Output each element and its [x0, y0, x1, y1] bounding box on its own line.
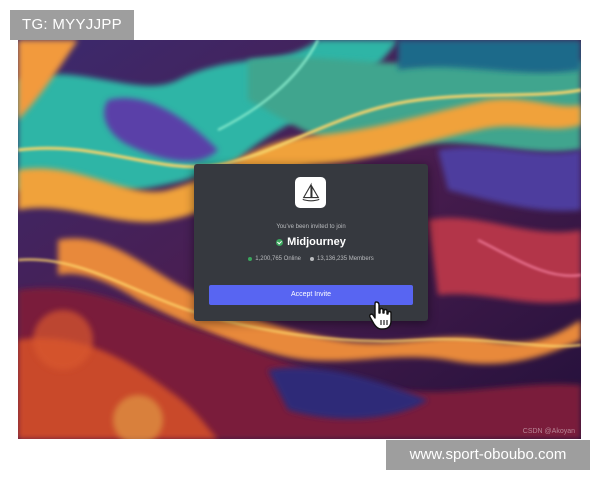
- abstract-marble-background: You've been invited to join Midjourney 1…: [18, 40, 581, 439]
- online-count: 1,200,765 Online: [248, 256, 301, 262]
- hand-pointer-cursor-icon: [369, 301, 392, 330]
- members-dot-icon: [310, 257, 314, 261]
- server-icon: [295, 177, 326, 208]
- invite-subtitle: You've been invited to join: [276, 224, 346, 230]
- server-name: Midjourney: [287, 236, 346, 248]
- online-count-text: 1,200,765 Online: [255, 256, 301, 262]
- verified-check-icon: [276, 238, 284, 246]
- online-dot-icon: [248, 257, 253, 261]
- server-name-row: Midjourney: [194, 236, 428, 248]
- member-count-text: 13,136,235 Members: [317, 256, 374, 262]
- site-watermark-label: www.sport-oboubo.com: [386, 440, 590, 470]
- tg-watermark-label: TG: MYYJJPP: [10, 10, 134, 40]
- csdn-watermark: CSDN @Akoyan: [522, 428, 575, 435]
- midjourney-sailboat-icon: [302, 182, 319, 201]
- server-stats: 1,200,765 Online 13,136,235 Members: [194, 256, 428, 262]
- member-count: 13,136,235 Members: [310, 256, 374, 262]
